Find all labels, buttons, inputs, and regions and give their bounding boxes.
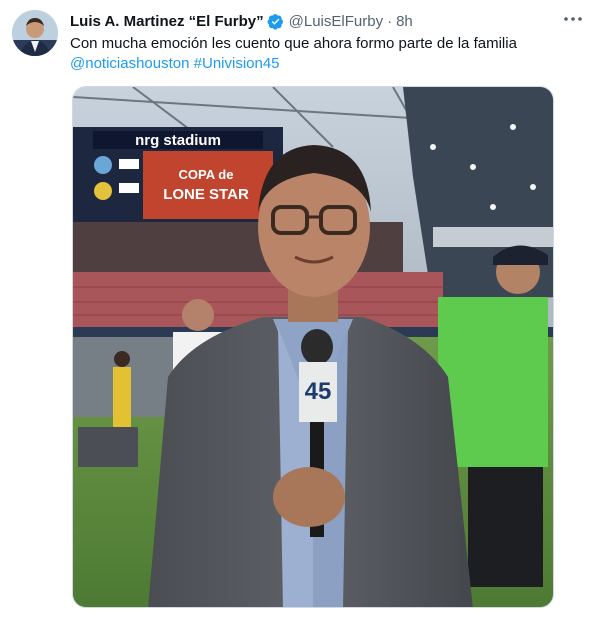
tweet-photo[interactable]: nrg stadium COPA de LONE STAR 45 [72, 86, 554, 608]
tweet-text-line: Con mucha emoción les cuento que ahora f… [70, 35, 517, 52]
tweet-text: Con mucha emoción les cuento que ahora f… [70, 34, 570, 74]
verified-badge-icon [267, 13, 283, 30]
stadium-sign: nrg stadium [135, 132, 221, 149]
avatar[interactable] [12, 10, 58, 56]
author-name[interactable]: Luis A. Martinez “El Furby” [70, 13, 264, 30]
separator-dot: · [387, 12, 393, 30]
scoreboard-text-2: LONE STAR [163, 186, 249, 203]
author-handle[interactable]: @LuisElFurby [289, 13, 383, 30]
scoreboard-text-1: COPA de [179, 167, 234, 182]
mention-link[interactable]: @noticiashouston [70, 55, 189, 72]
tweet-header: Luis A. Martinez “El Furby” @LuisElFurby… [70, 11, 413, 31]
hashtag-link[interactable]: #Univision45 [194, 55, 280, 72]
tweet-time[interactable]: 8h [396, 13, 413, 30]
tweet-card: Luis A. Martinez “El Furby” @LuisElFurby… [0, 0, 594, 620]
more-dots-icon[interactable] [562, 8, 584, 30]
mic-flag-number: 45 [305, 378, 332, 405]
